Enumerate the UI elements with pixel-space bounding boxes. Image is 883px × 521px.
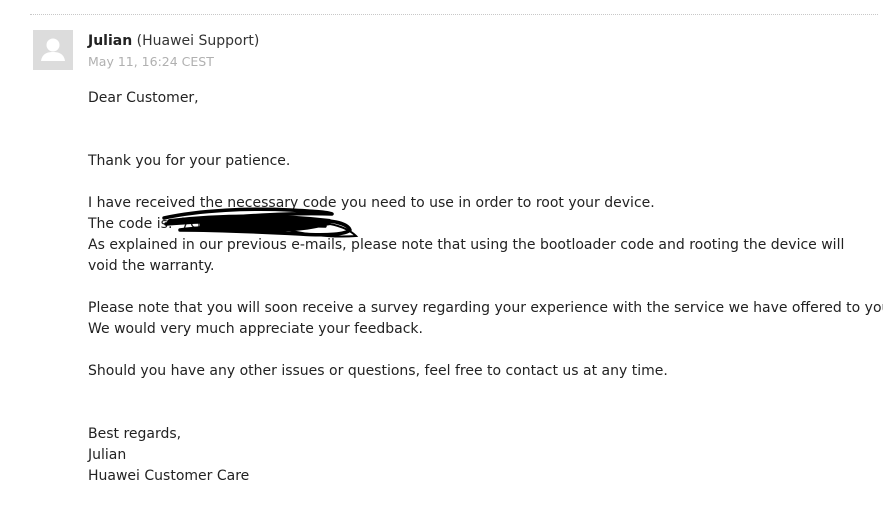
- message-body: Dear Customer, Thank you for your patien…: [88, 88, 883, 487]
- feedback-line: We would very much appreciate your feedb…: [88, 321, 423, 337]
- greeting: Dear Customer,: [88, 90, 199, 106]
- avatar[interactable]: [33, 30, 73, 70]
- message-divider: [30, 14, 878, 15]
- message-timestamp: May 11, 16:24 CEST: [88, 54, 214, 69]
- received-line: I have received the necessary code you n…: [88, 195, 655, 211]
- signature-name: Julian: [88, 447, 127, 463]
- code-value: 7G: [181, 216, 201, 232]
- signoff-line: Best regards,: [88, 426, 182, 442]
- code-line: The code is: 7G: [88, 207, 878, 238]
- message-header: Julian (Huawei Support): [88, 31, 259, 51]
- survey-line: Please note that you will soon receive a…: [88, 300, 883, 316]
- code-label: The code is:: [88, 216, 173, 232]
- author-name[interactable]: Julian: [88, 33, 132, 49]
- signature-team: Huawei Customer Care: [88, 468, 250, 484]
- author-organization: (Huawei Support): [136, 33, 260, 49]
- thanks-line: Thank you for your patience.: [88, 153, 291, 169]
- user-silhouette-icon: [41, 38, 65, 61]
- questions-line: Should you have any other issues or ques…: [88, 363, 668, 379]
- warning-line: As explained in our previous e-mails, pl…: [88, 237, 845, 274]
